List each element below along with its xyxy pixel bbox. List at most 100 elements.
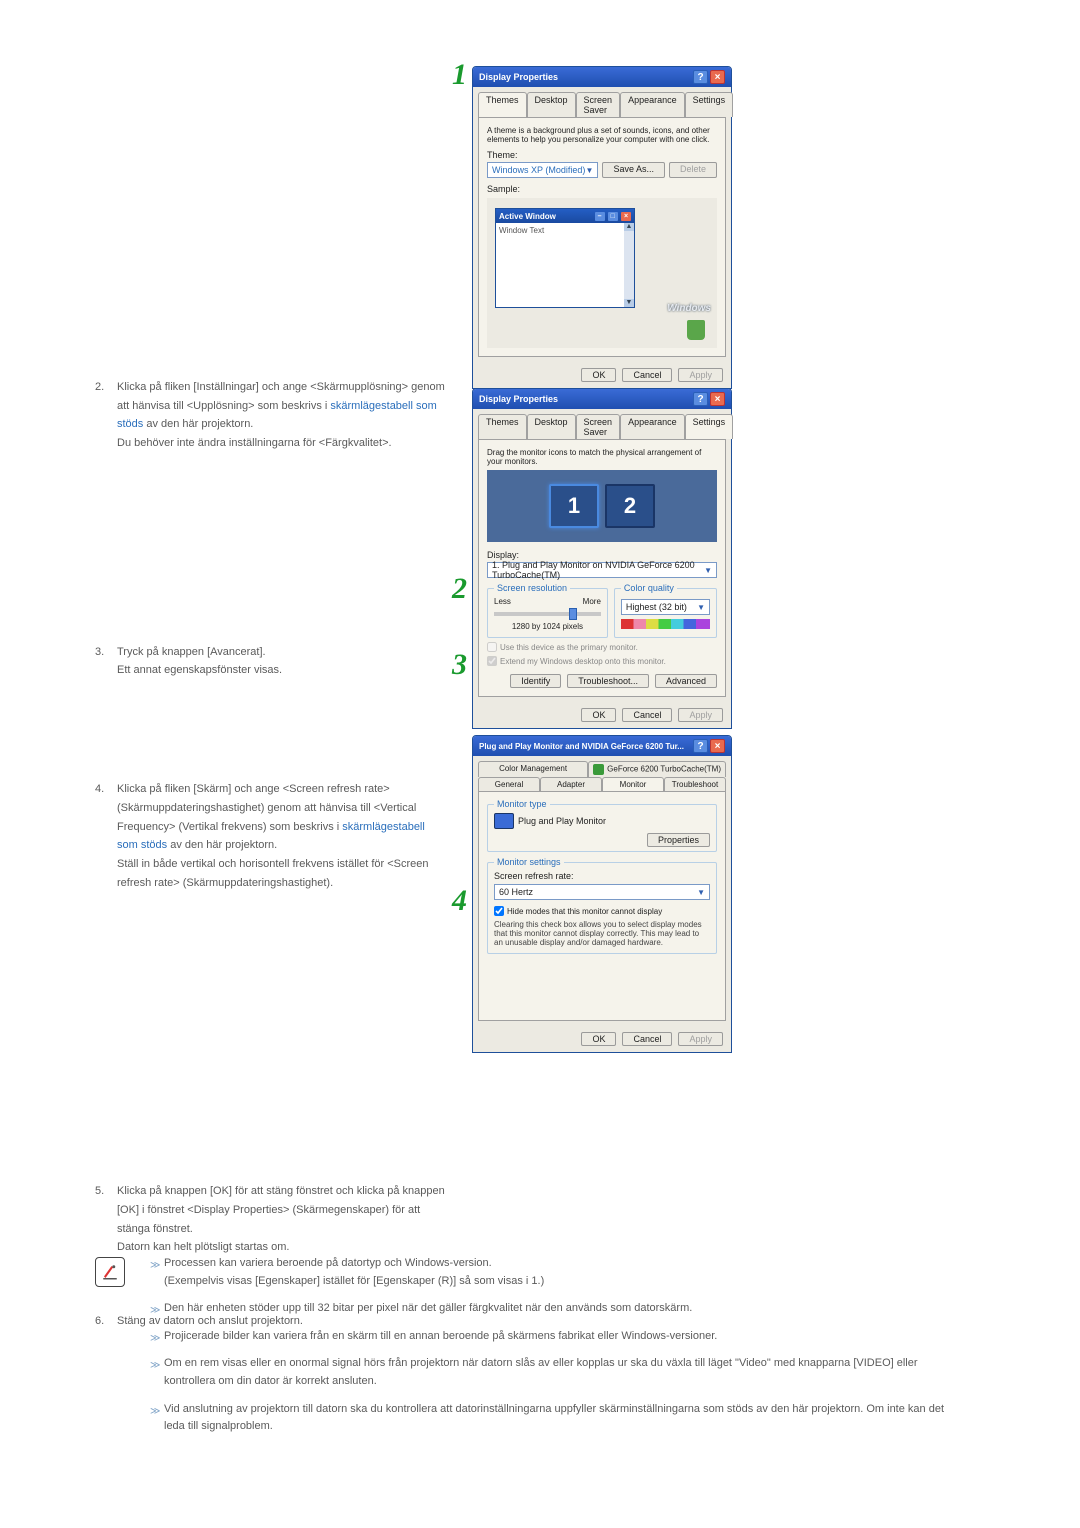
tab-adapter[interactable]: Adapter bbox=[540, 777, 602, 791]
help-icon[interactable]: ? bbox=[693, 392, 708, 406]
monitor-icon bbox=[494, 813, 514, 829]
close-icon[interactable]: × bbox=[710, 70, 725, 84]
ok-button[interactable]: OK bbox=[581, 708, 616, 722]
tab-color-management[interactable]: Color Management bbox=[478, 761, 588, 777]
tab-screensaver[interactable]: Screen Saver bbox=[576, 414, 621, 439]
properties-button[interactable]: Properties bbox=[647, 833, 710, 847]
monitor-arrangement[interactable]: 1 2 bbox=[487, 470, 717, 542]
refresh-rate-value: 60 Hertz bbox=[499, 887, 533, 897]
cancel-button[interactable]: Cancel bbox=[622, 1032, 672, 1046]
windows-logo: Windows bbox=[667, 303, 711, 314]
step-numeral-3: 3 bbox=[452, 648, 467, 682]
step-text: Tryck på knappen [Avancerat]. Ett annat … bbox=[117, 643, 445, 680]
tabs: Themes Desktop Screen Saver Appearance S… bbox=[473, 409, 731, 439]
resolution-legend: Screen resolution bbox=[494, 583, 570, 593]
monitor-advanced-properties: Plug and Play Monitor and NVIDIA GeForce… bbox=[472, 735, 732, 1053]
tab-appearance[interactable]: Appearance bbox=[620, 414, 685, 439]
tab-desktop[interactable]: Desktop bbox=[527, 414, 576, 439]
identify-button[interactable]: Identify bbox=[510, 674, 561, 688]
tab-general[interactable]: General bbox=[478, 777, 540, 791]
page: 1 2 3 4 Display Properties ? × Themes De… bbox=[0, 0, 1080, 1528]
sample-active-window: Active Window – □ × Window Text ▲ ▼ bbox=[495, 208, 635, 308]
color-quality-legend: Color quality bbox=[621, 583, 677, 593]
close-icon[interactable]: × bbox=[710, 739, 725, 753]
refresh-rate-dropdown[interactable]: 60 Hertz ▼ bbox=[494, 884, 710, 900]
tab-settings[interactable]: Settings bbox=[685, 92, 734, 117]
help-icon[interactable]: ? bbox=[693, 739, 708, 753]
display-dropdown[interactable]: 1. Plug and Play Monitor on NVIDIA GeFor… bbox=[487, 562, 717, 578]
display-label: Display: bbox=[487, 550, 717, 560]
primary-monitor-label: Use this device as the primary monitor. bbox=[500, 643, 638, 652]
step-numeral-2: 2 bbox=[452, 572, 467, 606]
step-numeral-1: 1 bbox=[452, 58, 467, 92]
tab-themes[interactable]: Themes bbox=[478, 414, 527, 439]
tab-body: Monitor type Plug and Play Monitor Prope… bbox=[478, 791, 726, 1021]
window-titlebar: Plug and Play Monitor and NVIDIA GeForce… bbox=[473, 736, 731, 756]
scroll-up-icon: ▲ bbox=[624, 223, 634, 231]
minimize-icon: – bbox=[595, 212, 605, 221]
window-title: Display Properties bbox=[479, 72, 558, 82]
tabs: Themes Desktop Screen Saver Appearance S… bbox=[473, 87, 731, 117]
step-number: 2. bbox=[95, 378, 117, 453]
extend-desktop-checkbox bbox=[487, 656, 497, 666]
scroll-down-icon: ▼ bbox=[624, 299, 634, 307]
ok-button[interactable]: OK bbox=[581, 1032, 616, 1046]
chevron-down-icon: ▼ bbox=[697, 603, 705, 612]
monitor-2[interactable]: 2 bbox=[605, 484, 655, 528]
chevron-down-icon: ▼ bbox=[704, 566, 712, 575]
close-icon[interactable]: × bbox=[710, 392, 725, 406]
color-quality-dropdown[interactable]: Highest (32 bit) ▼ bbox=[621, 599, 710, 615]
tab-themes[interactable]: Themes bbox=[478, 92, 527, 117]
theme-value: Windows XP (Modified) bbox=[492, 165, 585, 175]
monitor-type-legend: Monitor type bbox=[494, 799, 550, 809]
tab-troubleshoot[interactable]: Troubleshoot bbox=[664, 777, 726, 791]
advanced-button[interactable]: Advanced bbox=[655, 674, 717, 688]
tab-geforce[interactable]: GeForce 6200 TurboCache(TM) bbox=[588, 761, 726, 777]
close-icon: × bbox=[621, 212, 631, 221]
less-label: Less bbox=[494, 597, 511, 606]
save-as-button[interactable]: Save As... bbox=[602, 162, 665, 178]
tab-desktop[interactable]: Desktop bbox=[527, 92, 576, 117]
apply-button: Apply bbox=[678, 368, 723, 382]
note-item: ≫ Projicerade bilder kan variera från en… bbox=[150, 1328, 965, 1346]
help-icon[interactable]: ? bbox=[693, 70, 708, 84]
step-4: 4. Klicka på fliken [Skärm] och ange <Sc… bbox=[95, 780, 445, 892]
tab-monitor[interactable]: Monitor bbox=[602, 777, 664, 791]
theme-dropdown[interactable]: Windows XP (Modified) ▼ bbox=[487, 162, 598, 178]
hide-modes-label: Hide modes that this monitor cannot disp… bbox=[507, 907, 662, 916]
tab-settings[interactable]: Settings bbox=[685, 414, 734, 439]
bullet-icon: ≫ bbox=[150, 1331, 164, 1341]
window-titlebar: Display Properties ? × bbox=[473, 389, 731, 409]
delete-button: Delete bbox=[669, 162, 717, 178]
step-number: 4. bbox=[95, 780, 117, 892]
notes-block: ≫ Processen kan variera beroende på dato… bbox=[95, 1255, 965, 1446]
scrollbar: ▲ ▼ bbox=[624, 223, 634, 307]
tab-screensaver[interactable]: Screen Saver bbox=[576, 92, 621, 117]
color-gradient bbox=[621, 619, 710, 629]
tab-appearance[interactable]: Appearance bbox=[620, 92, 685, 117]
refresh-rate-label: Screen refresh rate: bbox=[494, 871, 710, 881]
step-number: 3. bbox=[95, 643, 117, 680]
tab-body: Drag the monitor icons to match the phys… bbox=[478, 439, 726, 697]
maximize-icon: □ bbox=[608, 212, 618, 221]
slider-thumb[interactable] bbox=[569, 608, 577, 620]
window-text: Window Text bbox=[499, 226, 544, 235]
chevron-down-icon: ▼ bbox=[586, 166, 594, 175]
primary-monitor-checkbox bbox=[487, 642, 497, 652]
tab-body: A theme is a background plus a set of so… bbox=[478, 117, 726, 357]
theme-desc: A theme is a background plus a set of so… bbox=[487, 126, 717, 144]
ok-button[interactable]: OK bbox=[581, 368, 616, 382]
bullet-icon: ≫ bbox=[150, 1303, 164, 1313]
note-item: ≫ Processen kan variera beroende på dato… bbox=[150, 1255, 965, 1290]
cancel-button[interactable]: Cancel bbox=[622, 368, 672, 382]
monitor-1[interactable]: 1 bbox=[549, 484, 599, 528]
active-window-title: Active Window bbox=[499, 212, 556, 221]
note-list: ≫ Processen kan variera beroende på dato… bbox=[150, 1255, 965, 1436]
hide-modes-checkbox[interactable] bbox=[494, 906, 504, 916]
cancel-button[interactable]: Cancel bbox=[622, 708, 672, 722]
resolution-slider[interactable] bbox=[494, 612, 601, 616]
troubleshoot-button[interactable]: Troubleshoot... bbox=[567, 674, 649, 688]
bullet-icon: ≫ bbox=[150, 1258, 164, 1268]
chevron-down-icon: ▼ bbox=[697, 888, 705, 897]
resolution-value: 1280 by 1024 pixels bbox=[494, 622, 601, 631]
